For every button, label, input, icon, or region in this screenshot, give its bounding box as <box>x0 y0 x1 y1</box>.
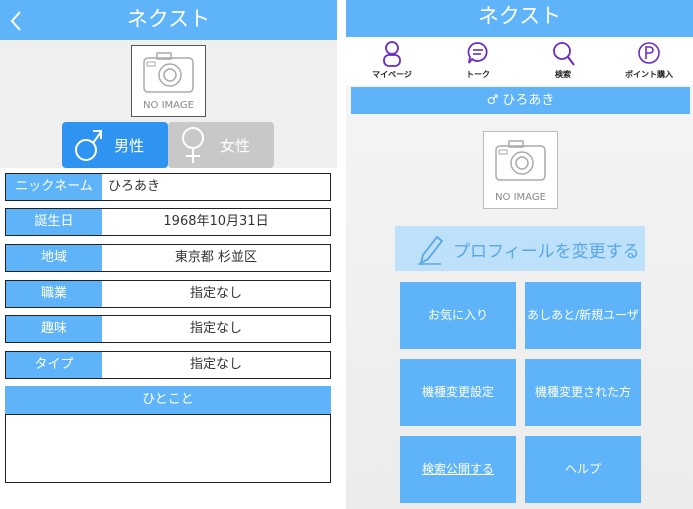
field-value: 指定なし <box>189 321 242 336</box>
field-label: 職業 <box>6 281 102 307</box>
field-label: 地域 <box>6 245 102 271</box>
female-icon <box>182 127 204 163</box>
field-type[interactable]: タイプ 指定なし <box>5 351 331 379</box>
gender-female-button[interactable]: 女性 <box>168 122 274 168</box>
profile-photo[interactable]: NO IMAGE <box>483 131 558 209</box>
male-icon <box>75 130 102 161</box>
back-button[interactable] <box>8 0 30 40</box>
profile-photo[interactable]: NO IMAGE <box>131 45 206 117</box>
search-publish-tile[interactable]: 検索公開する <box>400 436 516 503</box>
edit-profile-button[interactable]: プロフィールを変更する <box>395 226 645 271</box>
gender-female-label: 女性 <box>220 137 251 155</box>
help-tile[interactable]: ヘルプ <box>525 436 641 503</box>
field-value: 東京都 杉並区 <box>174 250 258 265</box>
search-icon <box>553 42 575 66</box>
no-image-label: NO IMAGE <box>495 192 546 203</box>
no-image-label: NO IMAGE <box>143 100 194 111</box>
field-occupation[interactable]: 職業 指定なし <box>5 280 331 308</box>
hitokoto-input[interactable] <box>5 414 331 483</box>
field-nickname[interactable]: ニックネーム ひろあき <box>5 173 331 201</box>
app-title: ネクスト <box>126 7 211 31</box>
profile-screen: ネクスト NO IMAGE 男性 女性 ニックネーム ひろあき 誕生日 1968… <box>0 0 337 509</box>
field-label: タイプ <box>6 352 102 378</box>
nav-search[interactable]: 検索 <box>528 37 598 85</box>
device-changed-users-tile[interactable]: 機種変更された方 <box>525 359 641 426</box>
field-label: 趣味 <box>6 316 102 342</box>
chat-icon <box>467 42 488 64</box>
nav-label: トーク <box>466 70 490 79</box>
field-label: ニックネーム <box>6 174 102 200</box>
app-title: ネクスト <box>477 4 562 28</box>
nav-mypage[interactable]: マイページ <box>357 37 427 85</box>
field-region[interactable]: 地域 東京都 杉並区 <box>5 244 331 272</box>
point-icon <box>638 42 660 64</box>
field-label: 誕生日 <box>6 209 102 235</box>
field-birthday[interactable]: 誕生日 1968年10月31日 <box>5 208 331 236</box>
edit-profile-label: プロフィールを変更する <box>453 242 640 262</box>
app-header: ネクスト <box>346 0 693 37</box>
device-change-settings-tile[interactable]: 機種変更設定 <box>400 359 516 426</box>
user-name-bar: ♂ ひろあき <box>351 87 690 114</box>
favorites-tile[interactable]: お気に入り <box>400 282 516 349</box>
field-value: 1968年10月31日 <box>163 214 269 229</box>
field-hobby[interactable]: 趣味 指定なし <box>5 315 331 343</box>
nav-points[interactable]: ポイント購入 <box>614 37 684 85</box>
field-value: 指定なし <box>189 286 242 301</box>
nav-label: ポイント購入 <box>625 70 673 79</box>
nav-label: 検索 <box>555 70 571 79</box>
camera-icon <box>495 140 546 181</box>
hitokoto-label: ひとこと <box>5 386 331 414</box>
chevron-left-icon <box>10 11 21 31</box>
nav-label: マイページ <box>372 70 412 79</box>
camera-icon <box>143 52 194 93</box>
app-header: ネクスト <box>0 0 337 40</box>
gender-male-label: 男性 <box>114 137 145 155</box>
nav-talk[interactable]: トーク <box>443 37 513 85</box>
mypage-screen: ネクスト マイページ トーク 検索 ポイント購入 ♂ ひろあき NO IMAGE… <box>346 0 693 509</box>
bottom-nav: マイページ トーク 検索 ポイント購入 <box>346 37 693 85</box>
person-icon <box>383 41 401 67</box>
field-value: 指定なし <box>189 357 242 372</box>
pencil-icon <box>418 235 443 265</box>
field-value: ひろあき <box>108 179 161 194</box>
footprints-new-users-tile[interactable]: あしあと/新規ユーザー <box>525 282 641 389</box>
gender-male-button[interactable]: 男性 <box>62 122 168 168</box>
